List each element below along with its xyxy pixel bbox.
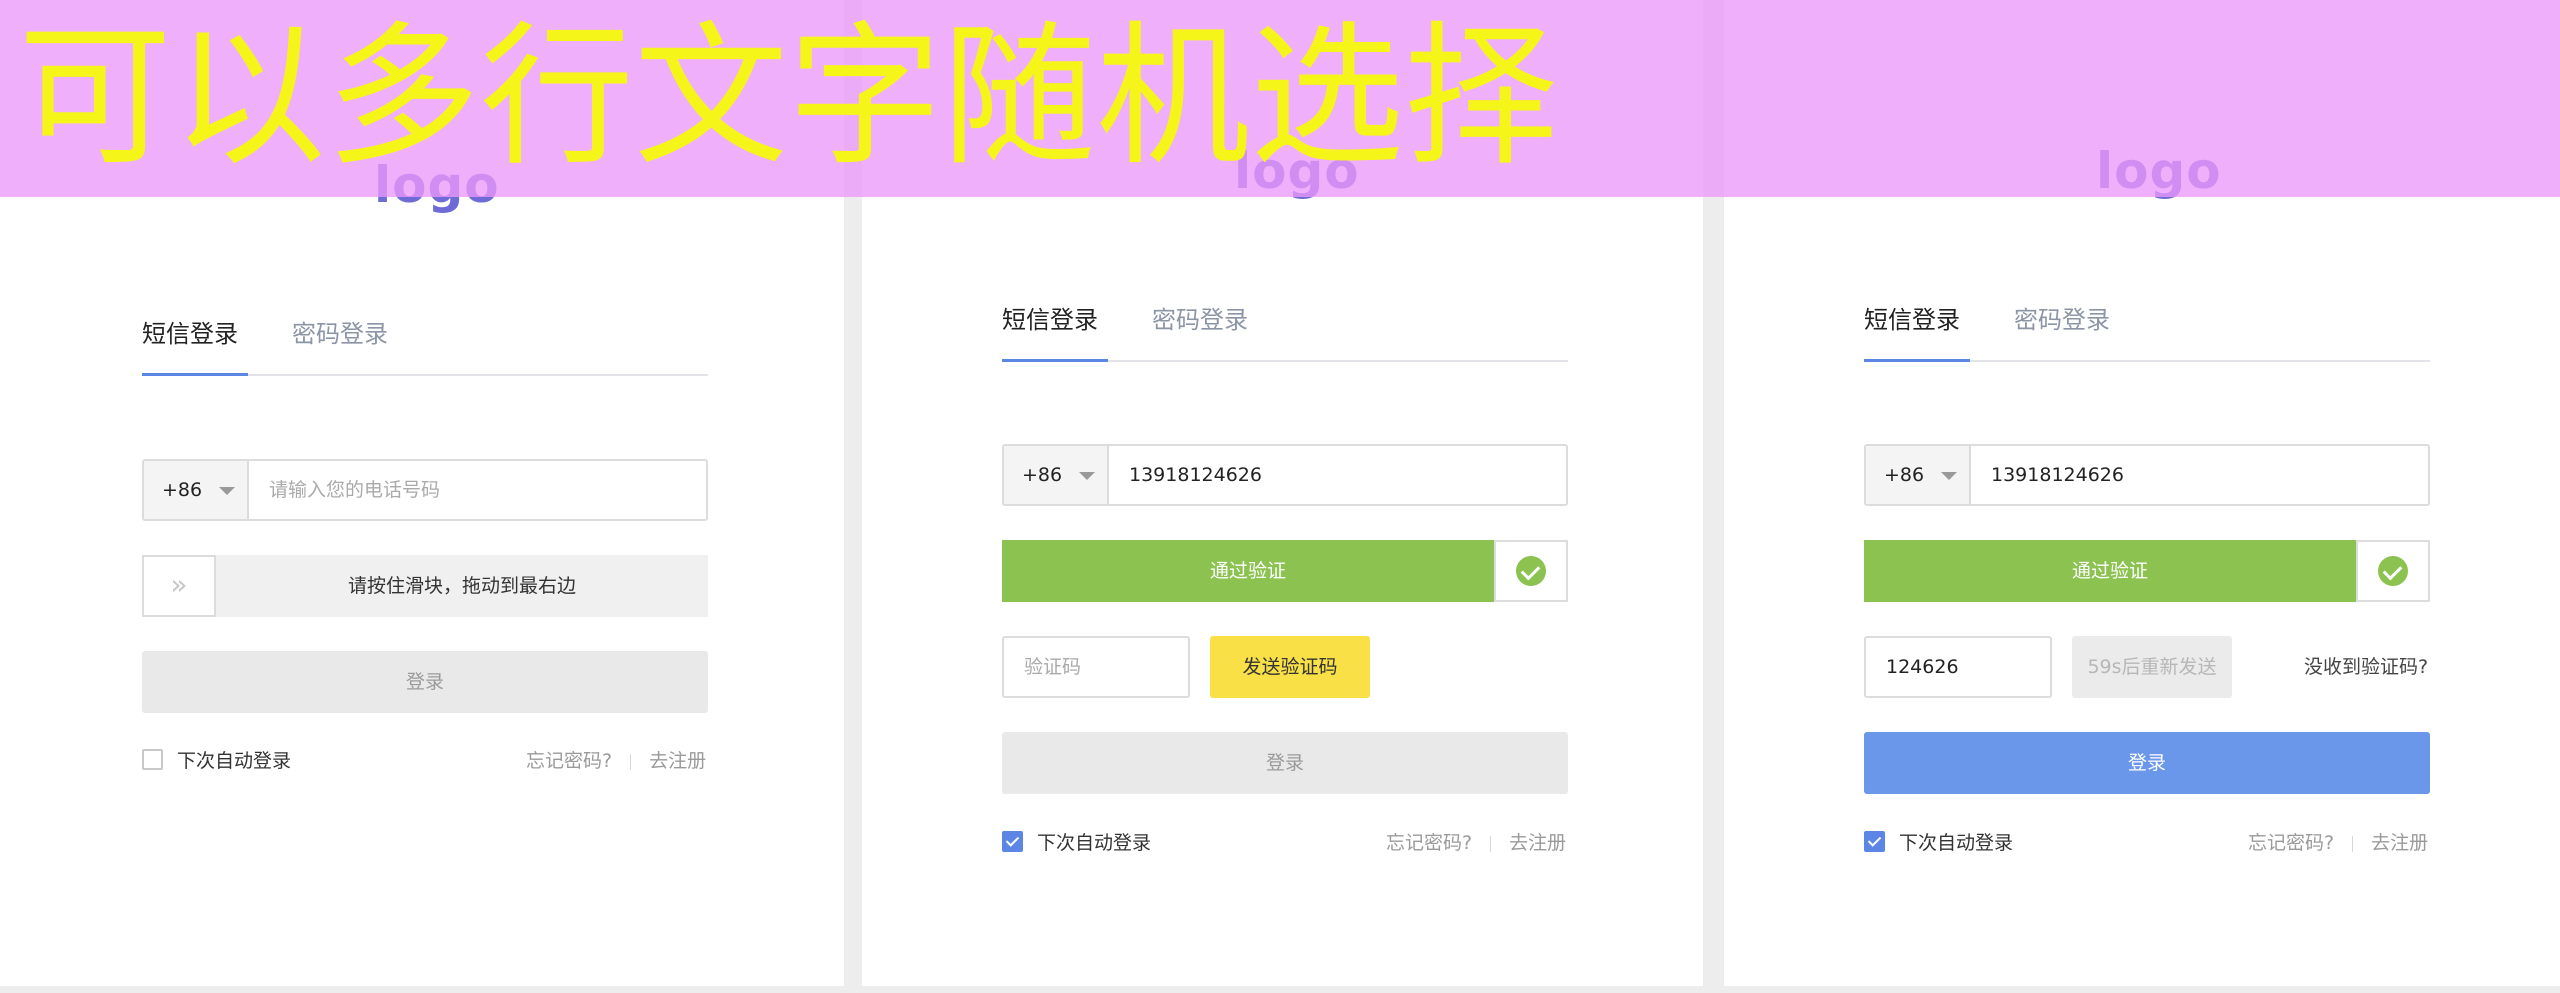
login-tabs: 短信登录 密码登录 (1864, 304, 2430, 362)
checkmark-icon[interactable] (1864, 831, 1885, 852)
verified-bar: 通过验证 (1002, 540, 1494, 602)
forgot-password-link[interactable]: 忘记密码? (526, 750, 612, 772)
banner-text: 可以多行文字随机选择 (18, 8, 1559, 187)
phone-input[interactable]: 请输入您的电话号码 (269, 461, 440, 519)
caret-down-icon (1941, 472, 1957, 480)
auto-login-label: 下次自动登录 (1899, 832, 2014, 854)
phone-input-group: +86 请输入您的电话号码 (142, 459, 708, 521)
tab-password-login[interactable]: 密码登录 (292, 318, 388, 350)
tab-sms-login[interactable]: 短信登录 (142, 318, 238, 350)
slider-captcha-verified: 通过验证 (1002, 540, 1568, 602)
phone-input[interactable]: 13918124626 (1129, 446, 1262, 504)
auto-login-toggle[interactable]: 下次自动登录 (1864, 828, 2014, 854)
verified-handle (2356, 540, 2430, 602)
send-code-button[interactable]: 发送验证码 (1210, 636, 1370, 698)
phone-input[interactable]: 13918124626 (1991, 446, 2124, 504)
country-code-value: +86 (1022, 464, 1063, 486)
auto-login-toggle[interactable]: 下次自动登录 (1002, 828, 1152, 854)
country-code-select[interactable]: +86 (1004, 446, 1109, 504)
footer-links: 忘记密码? 去注册 (1386, 828, 1566, 855)
country-code-select[interactable]: +86 (144, 461, 249, 519)
link-divider (1490, 835, 1492, 852)
check-circle-icon (1516, 556, 1546, 586)
verified-bar: 通过验证 (1864, 540, 2356, 602)
banner-overlay: 可以多行文字随机选择 (0, 0, 2560, 197)
resend-countdown-button: 59s后重新发送 (2072, 636, 2232, 698)
slider-captcha-verified: 通过验证 (1864, 540, 2430, 602)
register-link[interactable]: 去注册 (1509, 832, 1566, 854)
tab-password-login[interactable]: 密码登录 (2014, 304, 2110, 336)
auto-login-label: 下次自动登录 (177, 750, 292, 772)
code-input[interactable]: 验证码 (1002, 636, 1190, 698)
login-button[interactable]: 登录 (142, 651, 708, 713)
caret-down-icon (219, 487, 235, 495)
link-divider (630, 753, 632, 770)
auto-login-checkbox[interactable] (142, 749, 163, 770)
tab-sms-login[interactable]: 短信登录 (1002, 304, 1098, 336)
register-link[interactable]: 去注册 (649, 750, 706, 772)
country-code-value: +86 (162, 479, 203, 501)
tab-sms-login[interactable]: 短信登录 (1864, 304, 1960, 336)
auto-login-label: 下次自动登录 (1037, 832, 1152, 854)
slider-hint: 请按住滑块，拖动到最右边 (347, 575, 576, 597)
login-button[interactable]: 登录 (1002, 732, 1568, 794)
forgot-password-link[interactable]: 忘记密码? (1386, 832, 1472, 854)
checkmark-icon[interactable] (1002, 831, 1023, 852)
country-code-select[interactable]: +86 (1866, 446, 1971, 504)
login-tabs: 短信登录 密码登录 (142, 318, 708, 376)
footer-links: 忘记密码? 去注册 (526, 746, 706, 773)
double-chevron-right-icon[interactable]: » (142, 555, 216, 617)
register-link[interactable]: 去注册 (2371, 832, 2428, 854)
check-circle-icon (2378, 556, 2408, 586)
tab-password-login[interactable]: 密码登录 (1152, 304, 1248, 336)
login-tabs: 短信登录 密码登录 (1002, 304, 1568, 362)
code-input[interactable]: 124626 (1864, 636, 2052, 698)
link-divider (2352, 835, 2354, 852)
forgot-password-link[interactable]: 忘记密码? (2248, 832, 2334, 854)
verified-handle (1494, 540, 1568, 602)
slider-captcha: » 请按住滑块，拖动到最右边 (142, 555, 708, 617)
no-code-link[interactable]: 没收到验证码? (2304, 636, 2428, 698)
tab-active-indicator (142, 373, 248, 376)
tab-active-indicator (1864, 359, 1970, 362)
phone-input-group: +86 13918124626 (1864, 444, 2430, 506)
caret-down-icon (1079, 472, 1095, 480)
tab-active-indicator (1002, 359, 1108, 362)
auto-login-toggle[interactable]: 下次自动登录 (142, 746, 292, 772)
footer-links: 忘记密码? 去注册 (2248, 828, 2428, 855)
login-button[interactable]: 登录 (1864, 732, 2430, 794)
country-code-value: +86 (1884, 464, 1925, 486)
phone-input-group: +86 13918124626 (1002, 444, 1568, 506)
